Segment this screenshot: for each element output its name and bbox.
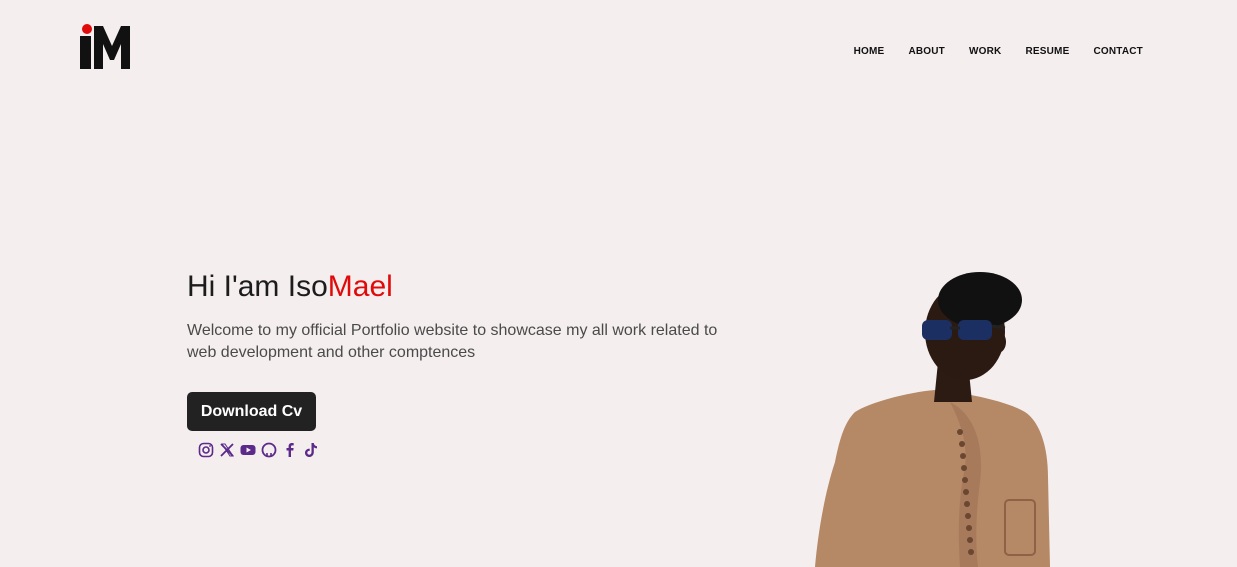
x-icon[interactable] [218,441,235,458]
hero-greeting: Hi I'am Iso [187,270,328,303]
download-cv-button[interactable]: Download Cv [187,392,316,431]
nav-home[interactable]: HOME [854,46,885,57]
hero-section: Hi I'am IsoMael Welcome to my official P… [187,268,747,364]
main-nav: HOME ABOUT WORK RESUME CONTACT [854,46,1143,57]
tiktok-icon[interactable] [302,441,319,458]
logo[interactable] [80,24,132,70]
nav-about[interactable]: ABOUT [908,46,945,57]
nav-work[interactable]: WORK [969,46,1001,57]
github-icon[interactable] [260,441,277,458]
nav-resume[interactable]: RESUME [1025,46,1069,57]
nav-contact[interactable]: CONTACT [1093,46,1143,57]
facebook-icon[interactable] [281,441,298,458]
hero-description: Welcome to my official Portfolio website… [187,322,718,361]
hero-title: Hi I'am IsoMael [187,268,747,306]
hero-name-accent: Mael [327,270,393,303]
social-links [197,441,319,458]
profile-photo [815,272,1050,567]
youtube-icon[interactable] [239,441,256,458]
instagram-icon[interactable] [197,441,214,458]
